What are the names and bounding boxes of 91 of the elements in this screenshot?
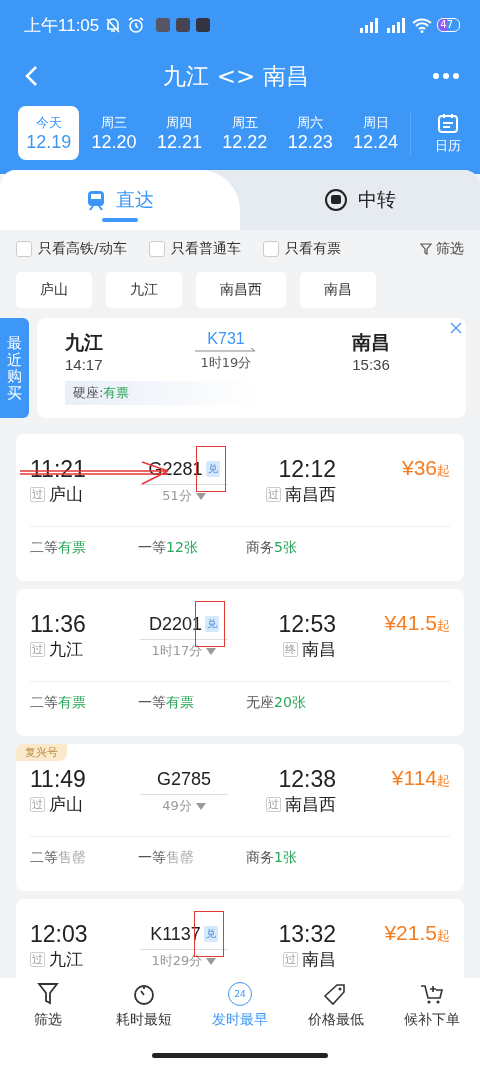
duration: 1时29分	[151, 952, 203, 970]
caret-icon[interactable]	[206, 957, 217, 965]
arrival-time: 12:53	[278, 611, 336, 638]
arrival-station: 南昌西	[285, 483, 336, 506]
departure-time: 11:36	[30, 611, 87, 638]
arrival-time: 12:38	[278, 766, 336, 793]
train-type-tag: 复兴号	[16, 744, 67, 761]
duration: 1时17分	[151, 642, 203, 660]
arrival-station: 南昌	[302, 948, 336, 971]
app-icon	[176, 18, 191, 32]
wifi-icon	[412, 17, 433, 33]
station-tag: 过	[30, 487, 45, 502]
station-chip[interactable]: 九江	[106, 272, 182, 308]
seat-availability: 一等售罄	[138, 849, 195, 867]
duration: 49分	[162, 797, 192, 815]
departure-station: 庐山	[49, 793, 83, 816]
cart-icon	[419, 982, 445, 1006]
station-chip[interactable]: 南昌西	[196, 272, 286, 308]
close-icon[interactable]	[450, 322, 462, 334]
mode-tab[interactable]: 中转	[240, 170, 480, 230]
station-tag: 终	[283, 642, 298, 657]
departure-time: 14:17	[65, 356, 104, 373]
train-card[interactable]: 复兴号 11:49 过 庐山 G2785 49分 12:38 过 南昌西 ¥114起 二等售罄 一等售罄 商务1张	[16, 744, 464, 891]
departure-station: 庐山	[49, 483, 83, 506]
ticket-price: ¥41.5起	[384, 611, 450, 635]
departure-time: 12:03	[30, 921, 89, 948]
sort-tab[interactable]: 筛选	[0, 982, 96, 1066]
seat-availability: 商务1张	[246, 849, 298, 867]
seat-availability: 一等12张	[138, 539, 199, 557]
duration: 51分	[162, 487, 192, 505]
filter-icon	[420, 243, 432, 255]
caret-icon[interactable]	[206, 647, 217, 655]
arrival-time: 13:32	[278, 921, 336, 948]
app-icon	[156, 18, 171, 32]
station-tag: 过	[266, 487, 281, 502]
exchange-badge: 兑	[203, 926, 218, 942]
recent-trip-card[interactable]: 九江 14:17 K731 1时19分 南昌 15:36 硬座:有票	[37, 318, 466, 418]
arrival-time: 15:36	[352, 356, 390, 373]
seat-availability: 无座20张	[246, 694, 307, 712]
arrow-icon	[195, 348, 257, 354]
status-time: 上午11:05	[24, 14, 100, 37]
arrival-station: 南昌	[302, 638, 336, 661]
seat-availability: 商务5张	[246, 539, 298, 557]
exchange-badge: 兑	[205, 616, 219, 632]
bell-off-icon	[104, 16, 123, 34]
sort-tab[interactable]: 耗时最短	[96, 982, 192, 1066]
alarm-icon	[127, 16, 146, 34]
battery-indicator: 47	[437, 18, 460, 32]
exchange-badge: 兑	[205, 461, 220, 477]
departure-station: 九江	[65, 330, 104, 355]
seat-availability: 二等有票	[30, 694, 87, 712]
station-tag: 过	[30, 797, 45, 812]
calendar-icon	[436, 111, 459, 134]
seat-availability: 二等有票	[30, 539, 87, 557]
transfer-icon	[324, 188, 348, 212]
departure-station: 九江	[49, 948, 83, 971]
station-chip[interactable]: 南昌	[300, 272, 376, 308]
filter-button[interactable]: 筛选	[420, 240, 464, 258]
filter-icon	[37, 982, 59, 1006]
departure-time: 11:49	[30, 766, 87, 793]
station-tag: 过	[283, 952, 298, 967]
ticket-price: ¥21.5起	[384, 921, 450, 945]
duration: 1时19分	[200, 354, 252, 372]
filter-checkbox[interactable]: 只看高铁/动车	[16, 240, 127, 258]
arrival-station: 南昌西	[285, 793, 336, 816]
signal-icon	[358, 17, 381, 33]
back-icon[interactable]	[24, 65, 40, 87]
seat-availability: 二等售罄	[30, 849, 87, 867]
signal-icon	[385, 17, 408, 33]
caret-icon[interactable]	[195, 802, 206, 810]
sort-tab[interactable]: 价格最低	[288, 982, 384, 1066]
arrival-station: 南昌	[352, 330, 390, 355]
ticket-price: ¥36起	[401, 456, 450, 480]
station-tag: 过	[30, 642, 45, 657]
filter-checkbox[interactable]: 只看有票	[262, 240, 341, 258]
departure-station: 九江	[49, 638, 83, 661]
timer-icon	[132, 982, 156, 1006]
filter-checkbox[interactable]: 只看普通车	[148, 240, 241, 258]
seat-availability: 一等有票	[138, 694, 195, 712]
train-icon	[86, 189, 106, 211]
page-title: 九江 <> 南昌	[163, 61, 309, 91]
sort-tab[interactable]: 候补下单	[384, 982, 480, 1066]
station-tag: 过	[266, 797, 281, 812]
arrival-time: 12:12	[278, 456, 336, 483]
caret-icon[interactable]	[195, 492, 206, 500]
train-number: G2785	[156, 768, 211, 790]
more-icon[interactable]	[432, 72, 460, 80]
ticket-price: ¥114起	[391, 766, 450, 790]
station-tag: 过	[30, 952, 45, 967]
station-chip[interactable]: 庐山	[16, 272, 92, 308]
app-icon	[196, 18, 211, 32]
